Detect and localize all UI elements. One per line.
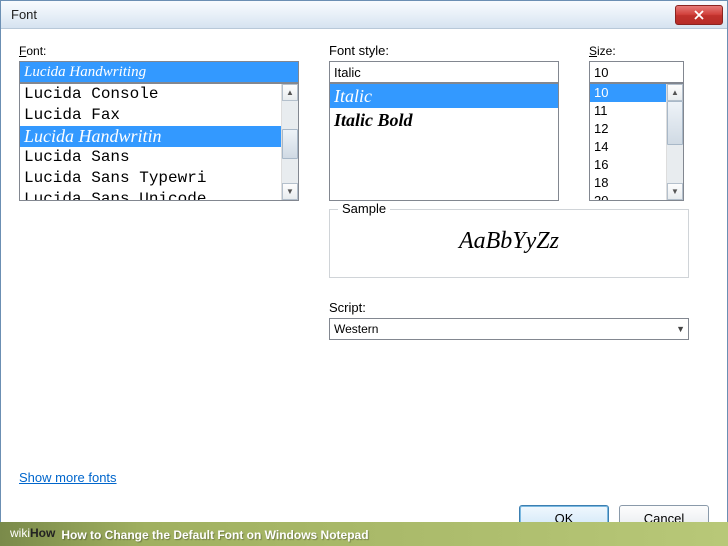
list-item[interactable]: Lucida Sans Typewri xyxy=(20,168,281,189)
link-row: Show more fonts xyxy=(19,440,709,485)
sample-section: Sample AaBbYyZz xyxy=(329,209,689,278)
list-item[interactable]: Lucida Handwritin xyxy=(20,126,281,147)
sample-preview: AaBbYyZz xyxy=(340,228,678,255)
list-item[interactable]: 20 xyxy=(590,192,666,200)
list-item[interactable]: 14 xyxy=(590,138,666,156)
script-combobox[interactable]: Western ▼ xyxy=(329,318,689,340)
font-label: Font: xyxy=(19,43,299,58)
style-label: Font style: xyxy=(329,43,559,58)
list-item[interactable]: Lucida Sans xyxy=(20,147,281,168)
show-more-fonts-link[interactable]: Show more fonts xyxy=(19,470,117,485)
brand-text: wikiHow xyxy=(10,526,55,542)
scroll-thumb[interactable] xyxy=(282,129,298,159)
script-value: Western xyxy=(334,322,378,336)
list-item[interactable]: 11 xyxy=(590,102,666,120)
size-label: Size: xyxy=(589,43,684,58)
size-listbox[interactable]: 10 11 12 14 16 18 20 ▲ ▼ xyxy=(589,83,684,201)
style-input[interactable] xyxy=(329,61,559,83)
font-listbox[interactable]: Lucida Console Lucida Fax Lucida Handwri… xyxy=(19,83,299,201)
scrollbar[interactable]: ▲ ▼ xyxy=(666,84,683,200)
list-item[interactable]: 18 xyxy=(590,174,666,192)
font-input[interactable] xyxy=(19,61,299,83)
style-listbox[interactable]: Italic Italic Bold xyxy=(329,83,559,201)
size-input[interactable] xyxy=(589,61,684,83)
chevron-down-icon: ▼ xyxy=(676,324,685,334)
titlebar: Font xyxy=(1,1,727,29)
size-column: Size: 10 11 12 14 16 18 20 ▲ xyxy=(589,43,684,201)
list-item[interactable]: 12 xyxy=(590,120,666,138)
font-dialog: Font Font: Lucida Console Lucida Fax Luc… xyxy=(0,0,728,546)
list-item[interactable]: Lucida Sans Unicode xyxy=(20,189,281,200)
list-item[interactable]: Lucida Fax xyxy=(20,105,281,126)
dialog-content: Font: Lucida Console Lucida Fax Lucida H… xyxy=(1,29,727,495)
close-button[interactable] xyxy=(675,5,723,25)
script-section: Script: Western ▼ xyxy=(329,300,689,340)
scroll-up-button[interactable]: ▲ xyxy=(282,84,298,101)
sample-groupbox: Sample AaBbYyZz xyxy=(329,209,689,278)
scrollbar[interactable]: ▲ ▼ xyxy=(281,84,298,200)
list-item[interactable]: Lucida Console xyxy=(20,84,281,105)
dialog-title: Font xyxy=(11,7,675,22)
close-icon xyxy=(694,10,704,20)
list-item[interactable]: Italic xyxy=(330,84,558,108)
scroll-down-button[interactable]: ▼ xyxy=(667,183,683,200)
scroll-track[interactable] xyxy=(282,101,298,183)
scroll-track[interactable] xyxy=(667,101,683,183)
scroll-down-button[interactable]: ▼ xyxy=(282,183,298,200)
list-item[interactable]: 10 xyxy=(590,84,666,102)
sample-label: Sample xyxy=(338,201,390,216)
caption-title: How to Change the Default Font on Window… xyxy=(61,526,368,542)
scroll-up-button[interactable]: ▲ xyxy=(667,84,683,101)
scroll-thumb[interactable] xyxy=(667,101,683,145)
style-column: Font style: Italic Italic Bold xyxy=(329,43,559,201)
list-item[interactable]: Italic Bold xyxy=(330,108,558,132)
top-row: Font: Lucida Console Lucida Fax Lucida H… xyxy=(19,43,709,201)
caption-bar: wikiHow How to Change the Default Font o… xyxy=(0,522,728,546)
script-label: Script: xyxy=(329,300,689,315)
font-column: Font: Lucida Console Lucida Fax Lucida H… xyxy=(19,43,299,201)
list-item[interactable]: 16 xyxy=(590,156,666,174)
